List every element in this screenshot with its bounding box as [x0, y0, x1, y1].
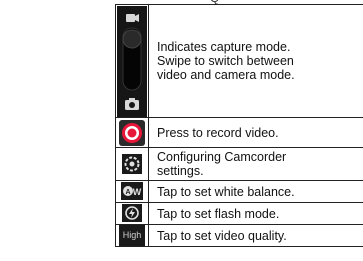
description-cell: Tap to set white balance.	[148, 180, 363, 203]
description-line: video and camera mode.	[157, 68, 295, 82]
description-line: settings.	[157, 164, 204, 178]
table-row: Indicates capture mode. Swipe to switch …	[115, 4, 363, 118]
description-line: Tap to set white balance.	[157, 184, 295, 199]
description-line: Tap to set video quality.	[157, 228, 287, 243]
icon-reference-table: Indicates capture mode. Swipe to switch …	[115, 4, 363, 247]
table-row: Press to record video.	[115, 117, 363, 148]
icon-cell	[115, 117, 149, 148]
description-cell: Indicates capture mode. Swipe to switch …	[148, 4, 363, 118]
description-line: Tap to set flash mode.	[157, 206, 280, 221]
record-button-icon[interactable]	[119, 119, 145, 146]
description-cell: Tap to set video quality.	[148, 224, 363, 247]
icon-cell	[115, 202, 149, 225]
table-row: A W Tap to set white balance.	[115, 180, 363, 203]
icon-cell	[115, 147, 149, 181]
description-cell: Press to record video.	[148, 117, 363, 148]
icon-cell: A W	[115, 180, 149, 203]
video-quality-label: High	[122, 230, 142, 240]
description-line: Press to record video.	[157, 125, 279, 140]
svg-text:W: W	[133, 187, 142, 197]
description-cell: Configuring Camcorder settings.	[148, 147, 363, 181]
description-line: Configuring Camcorder	[157, 150, 287, 164]
description-line: Indicates capture mode.	[157, 40, 291, 54]
icon-cell: High	[115, 224, 149, 247]
table-row: High Tap to set video quality.	[115, 224, 363, 247]
icon-cell	[115, 4, 149, 118]
description-cell: Tap to set flash mode.	[148, 202, 363, 225]
flash-mode-icon[interactable]	[122, 204, 142, 223]
table-row: Configuring Camcorder settings.	[115, 147, 363, 181]
white-balance-icon[interactable]: A W	[121, 182, 143, 201]
camcorder-settings-icon[interactable]	[122, 154, 142, 174]
capture-mode-switch-icon[interactable]	[117, 5, 147, 117]
video-quality-icon[interactable]: High	[119, 225, 145, 246]
description-line: Swipe to switch between	[157, 54, 294, 68]
table-row: Tap to set flash mode.	[115, 202, 363, 225]
svg-text:A: A	[125, 189, 130, 196]
